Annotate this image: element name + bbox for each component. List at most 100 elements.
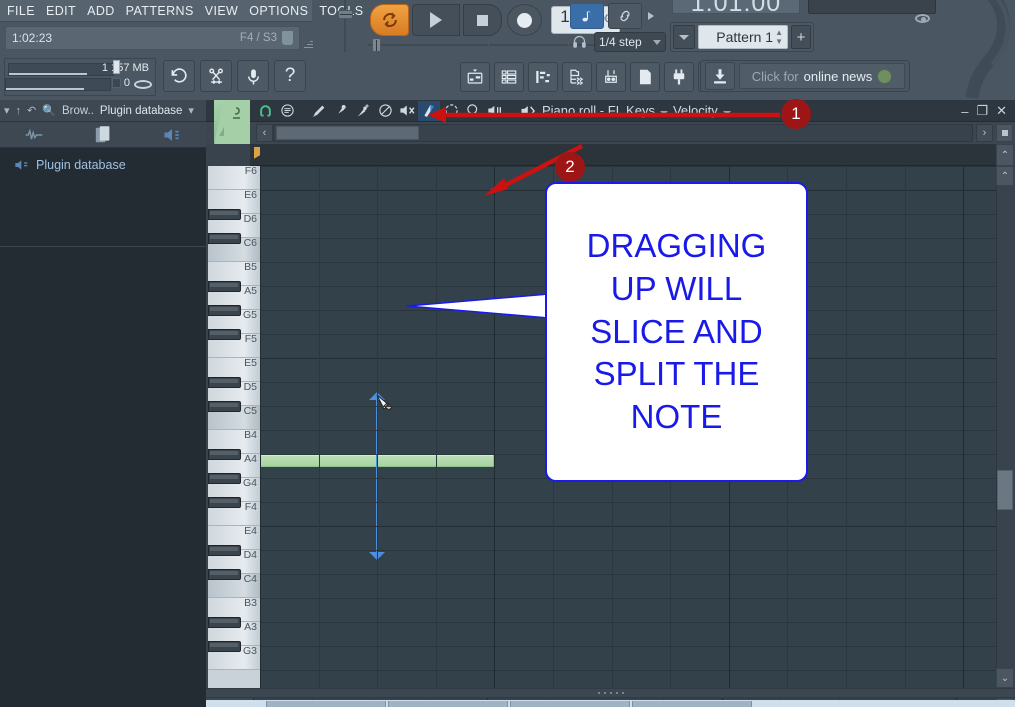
scroll-down-button[interactable]: ⌄ (996, 668, 1014, 688)
piano-key-black[interactable] (208, 328, 241, 340)
hint-note-info: F4 / S3 (239, 32, 277, 44)
timeline-collapse-button[interactable]: ⌃ (996, 144, 1014, 166)
chevron-down-icon[interactable] (659, 110, 668, 115)
window-resize-grip[interactable] (302, 38, 314, 50)
piano-key-black[interactable] (208, 568, 241, 580)
plugin-picker-button[interactable] (664, 62, 694, 92)
notes-button[interactable] (630, 62, 660, 92)
grid-line-horizontal (260, 622, 996, 623)
help-button[interactable]: ? (274, 60, 306, 92)
timeline-marker-icon[interactable] (254, 147, 260, 159)
note-snap-icon[interactable] (570, 3, 604, 29)
eye-icon[interactable] (915, 14, 930, 23)
piano-key-black[interactable] (208, 472, 241, 484)
horizontal-scrollbar-track[interactable] (273, 124, 973, 142)
snap-select[interactable]: 1/4 step (594, 32, 666, 52)
piano-key-black[interactable] (208, 376, 241, 388)
mixer-button[interactable] (596, 62, 626, 92)
piano-key-black[interactable] (208, 232, 241, 244)
piano-key-black[interactable] (208, 304, 241, 316)
maximize-button[interactable]: ❐ (976, 103, 988, 119)
menu-item-edit[interactable]: EDIT (46, 4, 76, 18)
link-icon[interactable] (608, 3, 642, 29)
pr-draw-tool[interactable] (308, 101, 330, 121)
master-volume-slider[interactable] (338, 0, 353, 52)
piano-key-label: B4 (244, 429, 257, 441)
pr-slice-tool[interactable] (418, 100, 440, 121)
download-icon[interactable] (705, 62, 735, 90)
piano-keyboard[interactable]: F6 E6 D6 C6 B5 A5 G5 F5 E5 D5 C5 B4 A4 G4 F4 E4 D4 C4 B3 A3… (208, 166, 260, 688)
undo-arrow-icon[interactable]: ↶ (27, 104, 36, 117)
piano-key-black[interactable] (208, 208, 241, 220)
browser-tab-waveform[interactable] (0, 122, 69, 148)
pattern-spinner[interactable]: ▲ ▼ (775, 28, 783, 46)
record-button[interactable] (506, 4, 543, 36)
arrow-up-icon[interactable]: ↑ (16, 105, 22, 117)
editor-splitter[interactable] (206, 688, 1015, 698)
pr-snap-magnet-icon[interactable] (254, 101, 276, 121)
undo-button[interactable] (163, 60, 195, 92)
pr-mute-tool[interactable] (396, 101, 418, 121)
piano-key-black[interactable] (208, 616, 241, 628)
menu-item-file[interactable]: FILE (7, 4, 35, 18)
pr-list-icon[interactable] (276, 101, 298, 121)
song-position-display[interactable]: 1:01:00 (672, 0, 800, 14)
menu-item-patterns[interactable]: PATTERNS (126, 4, 194, 18)
menu-item-view[interactable]: VIEW (205, 4, 239, 18)
piano-roll-property[interactable]: Velocity (673, 103, 718, 118)
vertical-scrollbar-track[interactable] (996, 166, 1014, 688)
scroll-left-button[interactable]: ‹ (256, 124, 273, 142)
online-news-link[interactable]: Click for online news (739, 63, 905, 89)
piano-key-black[interactable] (208, 544, 241, 556)
pr-select-tool[interactable] (440, 101, 462, 121)
chevron-down-icon[interactable] (722, 110, 731, 115)
chevron-down-icon[interactable]: ▾ (4, 104, 10, 117)
pr-paint-tool[interactable] (330, 101, 352, 121)
menu-item-options[interactable]: OPTIONS (249, 4, 308, 18)
minimize-button[interactable]: – (961, 104, 968, 119)
piano-key-label: A4 (244, 453, 257, 465)
grid-line-horizontal (260, 598, 996, 599)
headphone-icon[interactable] (572, 34, 587, 52)
stop-button[interactable] (462, 4, 502, 36)
piano-key-black[interactable] (208, 640, 241, 652)
piano-key-f6[interactable]: F6 (208, 166, 260, 190)
piano-key-black[interactable] (208, 448, 241, 460)
chevron-down-icon[interactable]: ▾ (188, 104, 194, 117)
piano-key-black[interactable] (208, 400, 241, 412)
cut-tool-button[interactable] (200, 60, 232, 92)
master-pitch-slider[interactable] (113, 60, 120, 74)
playlist-button[interactable] (460, 62, 490, 92)
pr-zoom-tool[interactable] (462, 101, 484, 121)
pattern-name-field[interactable]: Pattern 1 ▲ ▼ (698, 25, 788, 49)
meter-knob[interactable] (112, 78, 121, 88)
record-mic-button[interactable] (237, 60, 269, 92)
snap-more-arrow-icon[interactable] (648, 12, 654, 20)
piano-roll-timeline[interactable] (250, 144, 996, 166)
vertical-scrollbar-thumb[interactable] (997, 470, 1013, 510)
play-button[interactable] (412, 4, 460, 36)
browser-button[interactable] (562, 62, 592, 92)
browser-tab-plugins[interactable] (137, 122, 206, 148)
horizontal-scrollbar-thumb[interactable] (276, 126, 419, 140)
step-sequencer-button[interactable] (494, 62, 524, 92)
scroll-right-button[interactable]: › (976, 124, 993, 142)
scroll-up-button[interactable]: ⌃ (996, 166, 1014, 186)
search-icon[interactable]: 🔍 (42, 104, 56, 117)
menu-item-add[interactable]: ADD (87, 4, 115, 18)
piano-key-black[interactable] (208, 280, 241, 292)
piano-roll-button[interactable] (528, 62, 558, 92)
keyboard-tab-handle[interactable] (214, 100, 250, 144)
pattern-dropdown-button[interactable] (673, 25, 695, 49)
trash-icon[interactable] (282, 31, 293, 45)
pr-paint-seq-tool[interactable] (352, 101, 374, 121)
pr-playback-tool[interactable] (484, 101, 506, 121)
pattern-add-button[interactable]: + (791, 25, 811, 49)
zoom-fit-button[interactable] (996, 124, 1013, 142)
close-button[interactable]: ✕ (996, 103, 1007, 119)
piano-key-black[interactable] (208, 496, 241, 508)
loop-mode-button[interactable] (370, 4, 410, 36)
pr-delete-tool[interactable] (374, 101, 396, 121)
browser-item-plugin-database[interactable]: Plugin database (0, 154, 206, 176)
browser-tab-files[interactable] (69, 122, 138, 148)
